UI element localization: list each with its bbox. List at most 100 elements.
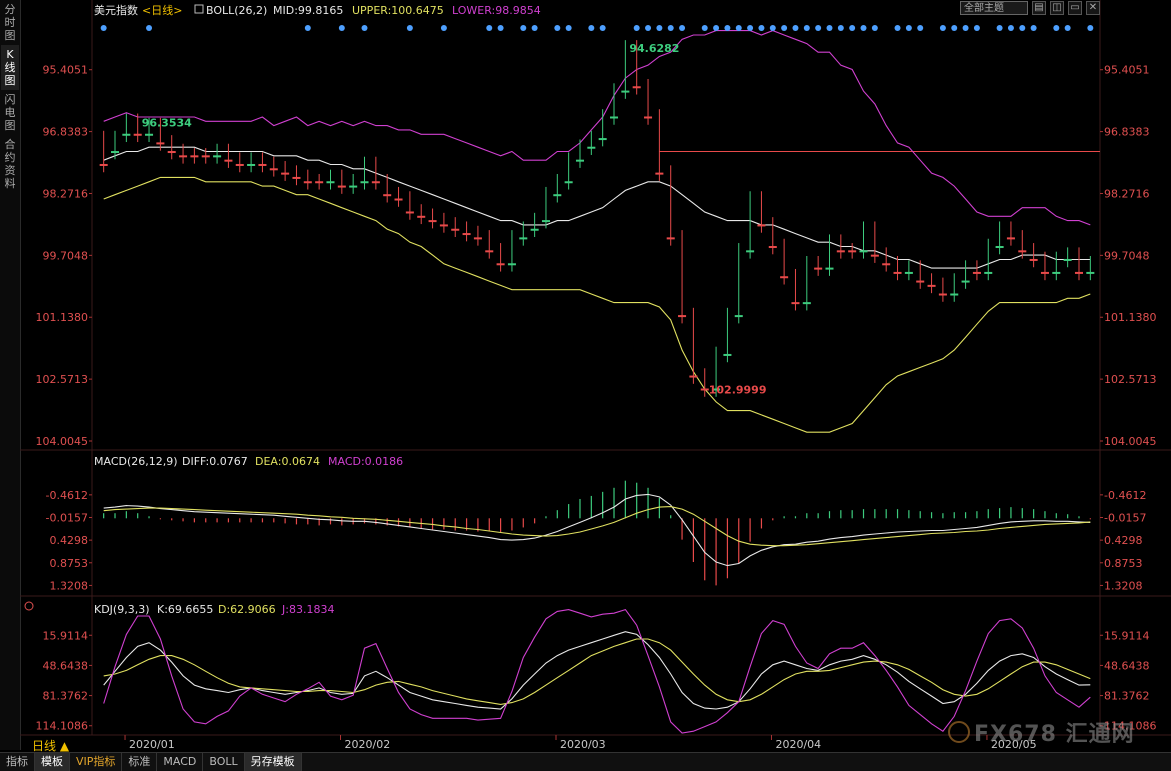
candle-body [1006, 237, 1015, 240]
theme-select[interactable]: 全部主题 [960, 1, 1028, 15]
signal-dot [815, 25, 822, 31]
close-icon[interactable]: ✕ [1086, 1, 1100, 15]
signal-dot [1064, 25, 1071, 31]
top-right-controls: 全部主题 ▤ ◫ ▭ ✕ [960, 1, 1100, 17]
price-left-tick-5: 96.8383 [43, 126, 89, 139]
macd-dea-line [103, 506, 1091, 547]
price-annotation: 94.6282 [629, 42, 679, 55]
candle-body [145, 133, 154, 136]
price-right-tick-2: 101.1380 [1104, 311, 1157, 324]
candle-body [723, 353, 732, 356]
candle-body [281, 172, 290, 175]
candle-body [564, 181, 573, 184]
candle-body [1018, 250, 1027, 253]
candle-body [167, 151, 176, 154]
candle-body [383, 194, 392, 197]
kdj-right-tick-1: 81.3762 [1104, 690, 1150, 703]
candle-body [258, 163, 267, 166]
tab-standard[interactable]: 标准 [122, 753, 158, 771]
candle-body [473, 237, 482, 240]
chart-canvas[interactable]: 美元指数 <日线> BOLL(26,2) MID:99.8165 UPPER:1… [0, 0, 1171, 752]
candle-body [1074, 271, 1084, 274]
tab-macd[interactable]: MACD [157, 753, 204, 771]
candle-body [848, 250, 857, 253]
signal-dot [1087, 25, 1094, 31]
macd-diff-line [103, 493, 1091, 567]
candle-body [269, 168, 278, 171]
boll-mid-value: MID:99.8165 [273, 4, 343, 17]
macd-left-tick-4: -0.4612 [46, 489, 88, 502]
candle-body [394, 198, 403, 201]
signal-dot [656, 25, 663, 31]
candle-body [303, 181, 312, 184]
candle-body [689, 375, 698, 378]
candle-body [179, 155, 188, 158]
candle-body [326, 181, 335, 184]
maximize-icon[interactable]: ▭ [1068, 1, 1082, 15]
kdj-pane[interactable]: 114.1086 114.108681.3762 81.376248.6438 48.… [36, 608, 1157, 734]
candle-body [496, 263, 505, 266]
candle-body [360, 181, 369, 184]
candle-body [337, 185, 346, 188]
candle-body [247, 163, 256, 166]
candle-body [541, 220, 550, 223]
signal-dot [146, 25, 153, 31]
signal-dot [633, 25, 640, 31]
boll-lower-value: LOWER:98.9854 [452, 4, 541, 17]
boll-lower-line [103, 30, 1091, 226]
price-annotation: 96.3534 [142, 117, 192, 130]
tab-template[interactable]: 模板 [35, 753, 70, 771]
candle-body [961, 280, 970, 283]
signal-dot [406, 25, 413, 31]
candle-body [519, 237, 528, 240]
tab-boll[interactable]: BOLL [203, 753, 245, 771]
candle-body [485, 250, 494, 253]
signal-dot [803, 25, 810, 31]
candle-body [530, 228, 539, 231]
signal-dot [588, 25, 595, 31]
signal-dot [531, 25, 538, 31]
price-pane[interactable]: 104.0045 104.0045 102.5713 102.5713 101.1380… [36, 25, 1157, 448]
candle-body [417, 215, 426, 218]
signal-dot [939, 25, 946, 31]
kdj-j-line [103, 608, 1091, 734]
split-view-icon[interactable]: ◫ [1050, 1, 1064, 15]
signal-dot [758, 25, 765, 31]
candle-body [995, 246, 1004, 249]
signal-dot [599, 25, 606, 31]
signal-dot [667, 25, 674, 31]
signal-dot [361, 25, 368, 31]
signal-dot [554, 25, 561, 31]
kdj-right-tick-3: 15.9114 [1104, 629, 1150, 642]
candle-body [825, 267, 834, 270]
boll-toggle-icon[interactable] [194, 4, 204, 14]
kdj-left-tick-3: 15.9114 [43, 629, 89, 642]
candle-body [632, 86, 641, 89]
candle-body [190, 155, 199, 158]
tab-vip-indicators[interactable]: VIP指标 [70, 753, 123, 771]
macd-right-tick-3: -0.0157 [1104, 511, 1146, 524]
candle-body [655, 172, 664, 175]
kdj-d-value: D:62.9066 [218, 603, 276, 616]
signal-dot [713, 25, 720, 31]
signal-dot [996, 25, 1003, 31]
candle-body [110, 151, 120, 154]
kdj-left-tick-2: 48.6438 [43, 659, 89, 672]
macd-pane[interactable]: 1.3208 1.3208 0.8753 0.8753 0.4298 0.4298 -0.0… [46, 480, 1147, 593]
tab-save-template[interactable]: 另存模板 [244, 753, 302, 771]
candle-body [575, 159, 585, 162]
candle-body [224, 159, 233, 162]
candle-body [870, 254, 879, 257]
candle-body [734, 315, 743, 318]
candle-body [133, 133, 142, 136]
signal-dot [905, 25, 912, 31]
signal-dot [917, 25, 924, 31]
candle-body [553, 194, 562, 197]
tab-indicators[interactable]: 指标 [0, 753, 35, 771]
signal-dot [338, 25, 345, 31]
indicator-settings-icon[interactable] [24, 601, 34, 611]
candle-body [916, 280, 925, 283]
layout-icon[interactable]: ▤ [1032, 1, 1046, 15]
signal-dot [973, 25, 980, 31]
signal-dot [849, 25, 856, 31]
